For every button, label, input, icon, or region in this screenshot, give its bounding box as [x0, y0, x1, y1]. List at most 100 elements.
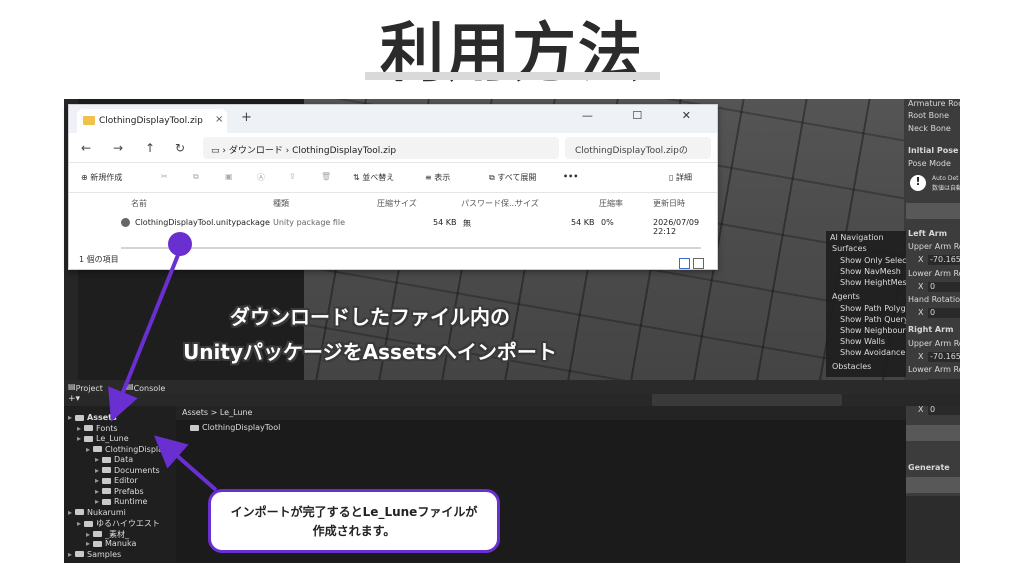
expand-arrow-icon[interactable]: ▸	[86, 530, 90, 539]
tab-console[interactable]: ▤ Console	[126, 382, 165, 393]
lower-arm-rotation-label: Lower Arm Ro	[908, 365, 960, 374]
folder-tree-item[interactable]: ▸ Editor	[95, 476, 138, 485]
folder-tree-item[interactable]: ▸ ClothingDisplay	[86, 445, 168, 454]
ai-nav-option[interactable]: Show Neighbours	[840, 326, 906, 335]
root-bone-label: Root Bone	[908, 111, 950, 120]
folder-tree-item[interactable]: ▸ Samples	[68, 550, 121, 559]
add-asset-button[interactable]: +▾	[68, 394, 80, 404]
more-options-button[interactable]: •••	[563, 172, 578, 181]
extract-all-label: すべて展開	[497, 173, 537, 182]
view-toggle[interactable]	[679, 254, 709, 269]
file-row[interactable]: ClothingDisplayTool.unitypackage Unity p…	[69, 213, 717, 236]
expand-arrow-icon[interactable]: ▸	[68, 413, 72, 422]
details-button[interactable]: ▯ 詳細	[669, 172, 692, 183]
inspector-button[interactable]	[906, 425, 960, 441]
generate-button[interactable]	[906, 477, 960, 493]
expand-arrow-icon[interactable]: ▸	[86, 539, 90, 548]
sort-button[interactable]: ⇅ 並べ替え	[353, 172, 394, 183]
paste-icon[interactable]: ▣	[225, 172, 233, 181]
new-button[interactable]: ⊕ 新規作成	[81, 172, 122, 183]
share-icon[interactable]: ⇪	[289, 172, 296, 181]
expand-arrow-icon[interactable]: ▸	[95, 476, 99, 485]
expand-arrow-icon[interactable]: ▸	[95, 455, 99, 464]
obstacles-label[interactable]: Obstacles	[832, 362, 871, 371]
folder-tree-item[interactable]: ▸ Runtime	[95, 497, 147, 506]
column-compressed-size[interactable]: 圧縮サイズ	[377, 198, 417, 209]
ai-nav-option[interactable]: Show Only Select	[840, 256, 906, 265]
expand-arrow-icon[interactable]: ▸	[95, 497, 99, 506]
agents-label[interactable]: Agents	[832, 292, 860, 301]
file-compressed-size: 54 KB	[433, 218, 457, 227]
project-search-input[interactable]	[652, 394, 842, 406]
folder-tree-label: Data	[114, 455, 134, 464]
column-password[interactable]: パスワード保...	[461, 198, 517, 209]
ai-nav-header: AI Navigation	[830, 233, 884, 242]
column-type[interactable]: 種類	[273, 198, 289, 209]
folder-tree-item[interactable]: ▸ Fonts	[77, 424, 118, 433]
view-button[interactable]: ≡ 表示	[425, 172, 450, 183]
lower-arm-x-field[interactable]: 0	[928, 282, 960, 292]
copy-icon[interactable]: ⧉	[193, 172, 199, 182]
right-hand-x-field[interactable]: 0	[928, 405, 960, 415]
ai-nav-option[interactable]: Show Path Polygo	[840, 304, 906, 313]
column-name[interactable]: 名前	[131, 198, 147, 209]
tab-clothingdisplaytool-zip[interactable]: ClothingDisplayTool.zip ×	[77, 109, 227, 133]
window-controls[interactable]: — ☐ ✕	[582, 109, 709, 122]
expand-arrow-icon[interactable]: ▸	[68, 508, 72, 517]
folder-tree-item[interactable]: ▸ Data	[95, 455, 133, 464]
inspector-button[interactable]	[906, 203, 960, 219]
up-arrow-icon[interactable]: ↑	[145, 141, 155, 155]
folder-item[interactable]: ClothingDisplayTool	[190, 423, 280, 432]
expand-arrow-icon[interactable]: ▸	[95, 466, 99, 475]
folder-tree-item[interactable]: ▸ ゆるハイウエスト	[77, 518, 160, 529]
expand-arrow-icon[interactable]: ▸	[77, 434, 81, 443]
ai-nav-option[interactable]: Show HeightMesh	[840, 278, 906, 287]
hand-x-field[interactable]: 0	[928, 308, 960, 318]
right-hand-x-value: 0	[930, 405, 936, 414]
new-tab-button[interactable]: +	[241, 110, 252, 125]
tiles-view-icon[interactable]	[693, 258, 704, 269]
folder-tree-item[interactable]: ▸ _素材_	[86, 529, 129, 540]
back-arrow-icon[interactable]: ←	[81, 141, 91, 155]
rename-icon[interactable]: Ⓐ	[257, 172, 265, 183]
expand-arrow-icon[interactable]: ▸	[68, 550, 72, 559]
folder-tree-item[interactable]: ▸ Documents	[95, 466, 160, 475]
upper-arm-x-field[interactable]: -70.165	[928, 255, 960, 265]
surfaces-label[interactable]: Surfaces	[832, 244, 867, 253]
search-input[interactable]: ClothingDisplayTool.zipの	[565, 137, 711, 159]
folder-icon	[102, 467, 112, 473]
close-tab-icon[interactable]: ×	[215, 114, 223, 125]
column-modified[interactable]: 更新日時	[653, 198, 685, 209]
extract-all-button[interactable]: ⧉ すべて展開	[489, 172, 536, 183]
tab-project[interactable]: ▤ Project	[68, 382, 103, 393]
folder-icon	[190, 424, 199, 431]
breadcrumb[interactable]: Assets > Le_Lune	[176, 406, 906, 420]
ai-nav-option[interactable]: Show Walls	[840, 337, 885, 346]
expand-arrow-icon[interactable]: ▸	[95, 487, 99, 496]
expand-arrow-icon[interactable]: ▸	[77, 519, 81, 528]
folder-tree-item[interactable]: ▸ Le_Lune	[77, 434, 129, 443]
horizontal-scrollbar[interactable]	[121, 247, 701, 249]
cut-icon[interactable]: ✂	[161, 172, 168, 181]
delete-icon[interactable]: 🗑	[321, 172, 331, 181]
column-size[interactable]: サイズ	[515, 198, 539, 209]
expand-arrow-icon[interactable]: ▸	[77, 424, 81, 433]
ai-nav-option[interactable]: Show Path Query	[840, 315, 906, 324]
address-bar[interactable]: ▭ › ダウンロード › ClothingDisplayTool.zip	[203, 137, 559, 159]
column-ratio[interactable]: 圧縮率	[599, 198, 623, 209]
inspector-bottom	[906, 496, 960, 563]
ai-nav-option[interactable]: Show NavMesh	[840, 267, 901, 276]
folder-tree-item[interactable]: ▸ Assets	[68, 413, 117, 422]
folder-icon	[84, 520, 94, 527]
folder-tree-item[interactable]: ▸ Nukarumi	[68, 508, 126, 517]
forward-arrow-icon[interactable]: →	[113, 141, 123, 155]
folder-tree-item[interactable]: ▸ Manuka	[86, 539, 136, 548]
folder-icon	[102, 498, 112, 505]
expand-arrow-icon[interactable]: ▸	[86, 445, 90, 454]
details-view-icon[interactable]	[679, 258, 690, 269]
refresh-icon[interactable]: ↻	[175, 141, 185, 155]
right-upper-arm-x-field[interactable]: -70.165	[928, 352, 960, 362]
ai-nav-option[interactable]: Show Avoidance	[840, 348, 905, 357]
folder-tree-item[interactable]: ▸ Prefabs	[95, 487, 144, 496]
upper-arm-x-value: -70.165	[930, 255, 960, 264]
